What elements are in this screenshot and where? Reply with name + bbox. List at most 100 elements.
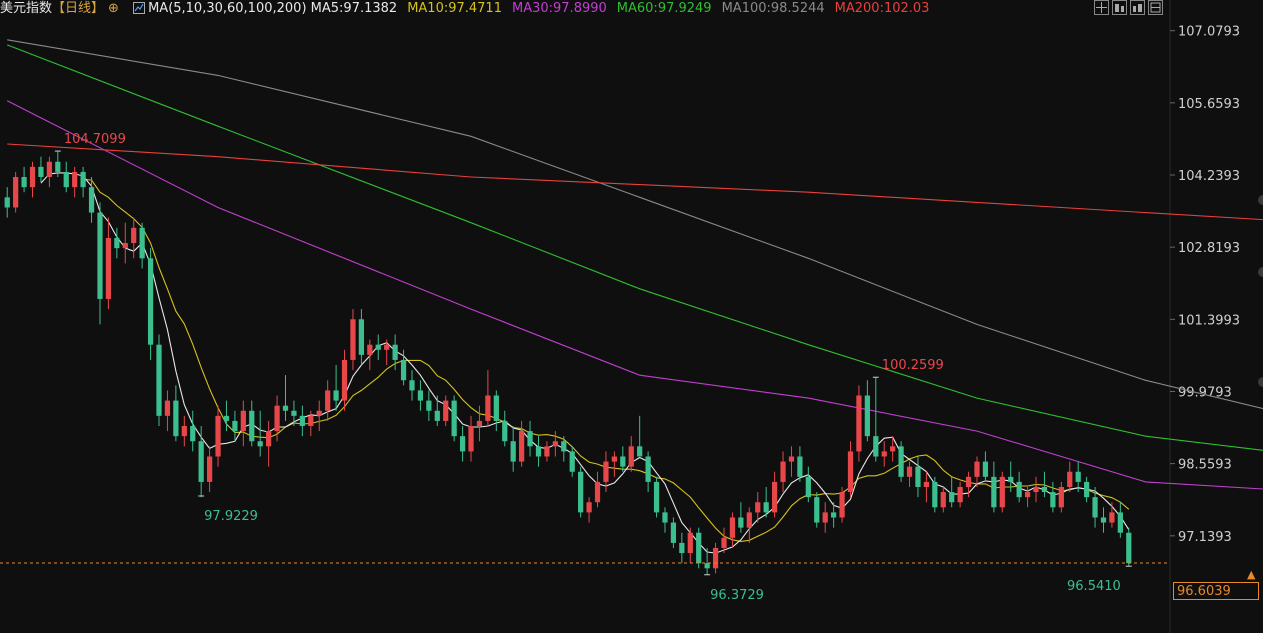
candlestick-chart[interactable]: 107.0793 105.6593 104.2393 102.8193 101.3993… — [0, 0, 1263, 633]
legend-item: MA100:98.5244 — [721, 1, 825, 16]
candle-body — [156, 344, 162, 416]
candle — [468, 415, 474, 462]
candle — [527, 420, 533, 457]
candle — [21, 166, 27, 193]
candle — [459, 426, 466, 462]
candle — [375, 334, 381, 360]
candle-body — [358, 319, 365, 355]
period-selector[interactable]: 【日线】 — [52, 1, 104, 16]
candle-body — [1100, 517, 1107, 523]
candle — [282, 375, 289, 421]
candle-body — [164, 400, 171, 416]
crosshair-icon[interactable]: ⊕ — [108, 1, 119, 16]
candle-body — [771, 481, 778, 513]
annotation-label: 97.9229 — [204, 509, 258, 524]
candle-body — [982, 461, 989, 477]
candle-body — [72, 171, 78, 188]
candle-body — [535, 446, 542, 457]
candle-body — [712, 547, 719, 569]
fullscreen-icon[interactable] — [1148, 0, 1163, 15]
candle — [814, 492, 820, 528]
candle-body — [864, 395, 870, 437]
candle-body — [999, 476, 1005, 508]
candle-body — [29, 166, 36, 188]
candle-body — [147, 258, 154, 345]
ma-settings-icon[interactable] — [133, 2, 146, 14]
y-tick-label: 101.3993 — [1178, 313, 1240, 328]
candle — [325, 380, 331, 421]
candle-body — [240, 410, 246, 432]
candle — [594, 471, 601, 508]
candle-body — [21, 176, 27, 188]
candle-body — [797, 456, 803, 477]
candle-body — [923, 481, 930, 487]
candle-body — [1084, 481, 1090, 498]
candle — [29, 161, 36, 198]
candle-body — [400, 359, 407, 381]
candle-body — [873, 436, 879, 457]
candle — [46, 156, 52, 188]
candle-body — [569, 451, 575, 472]
candle — [341, 349, 348, 411]
candle — [316, 400, 322, 432]
candle-body — [611, 456, 617, 462]
candle — [198, 426, 204, 498]
candle-body — [1016, 481, 1022, 498]
candle — [417, 380, 424, 411]
candle — [653, 476, 660, 518]
candle — [561, 436, 567, 462]
candle-body — [1041, 486, 1048, 493]
ma-config: MA(5,10,30,60,100,200) — [148, 1, 307, 16]
candle-body — [443, 400, 449, 421]
annotation-label: 104.7099 — [64, 132, 126, 147]
candle — [771, 471, 778, 518]
candle — [578, 466, 584, 518]
candle-body — [1126, 532, 1132, 564]
candle-body — [763, 502, 769, 513]
candle — [190, 410, 196, 452]
candle-body — [38, 166, 44, 177]
candle-body — [46, 161, 52, 177]
candle-body — [527, 431, 533, 447]
candle — [367, 339, 373, 371]
candle-body — [493, 395, 499, 421]
candle — [847, 441, 854, 498]
candle-body — [628, 446, 634, 467]
candle-body — [1033, 486, 1039, 493]
candle-body — [729, 517, 736, 538]
candle — [797, 446, 803, 482]
candle — [206, 446, 213, 493]
candle-body — [594, 481, 601, 503]
candle — [991, 461, 997, 513]
candle-body — [13, 176, 19, 208]
candle-body — [645, 456, 651, 482]
candle — [637, 415, 643, 457]
candle-body — [805, 476, 811, 498]
candle-body — [519, 431, 525, 462]
candle — [4, 187, 10, 218]
candle-body — [721, 537, 727, 548]
candle — [502, 410, 508, 447]
crosshair-mode-icon[interactable] — [1094, 0, 1109, 15]
candle-body — [1008, 476, 1014, 482]
candle — [13, 171, 19, 213]
candle-body — [485, 395, 491, 421]
legend-item: MA10:97.4711 — [407, 1, 502, 16]
zoom-out-icon[interactable] — [1130, 0, 1145, 15]
candle — [780, 451, 786, 493]
candle — [1067, 461, 1073, 493]
candle — [1033, 476, 1039, 503]
candle-body — [1109, 512, 1115, 523]
y-tick-label: 97.1393 — [1178, 530, 1232, 545]
side-handle — [1258, 267, 1263, 277]
candle-body — [890, 446, 896, 452]
candle-body — [316, 410, 322, 416]
candle-body — [510, 441, 516, 462]
candle-body — [620, 456, 626, 467]
candle-body — [4, 197, 10, 208]
candle-body — [670, 522, 677, 543]
zoom-in-icon[interactable] — [1112, 0, 1127, 15]
candle-body — [788, 456, 795, 462]
candle — [1117, 502, 1123, 538]
candle — [940, 486, 946, 513]
